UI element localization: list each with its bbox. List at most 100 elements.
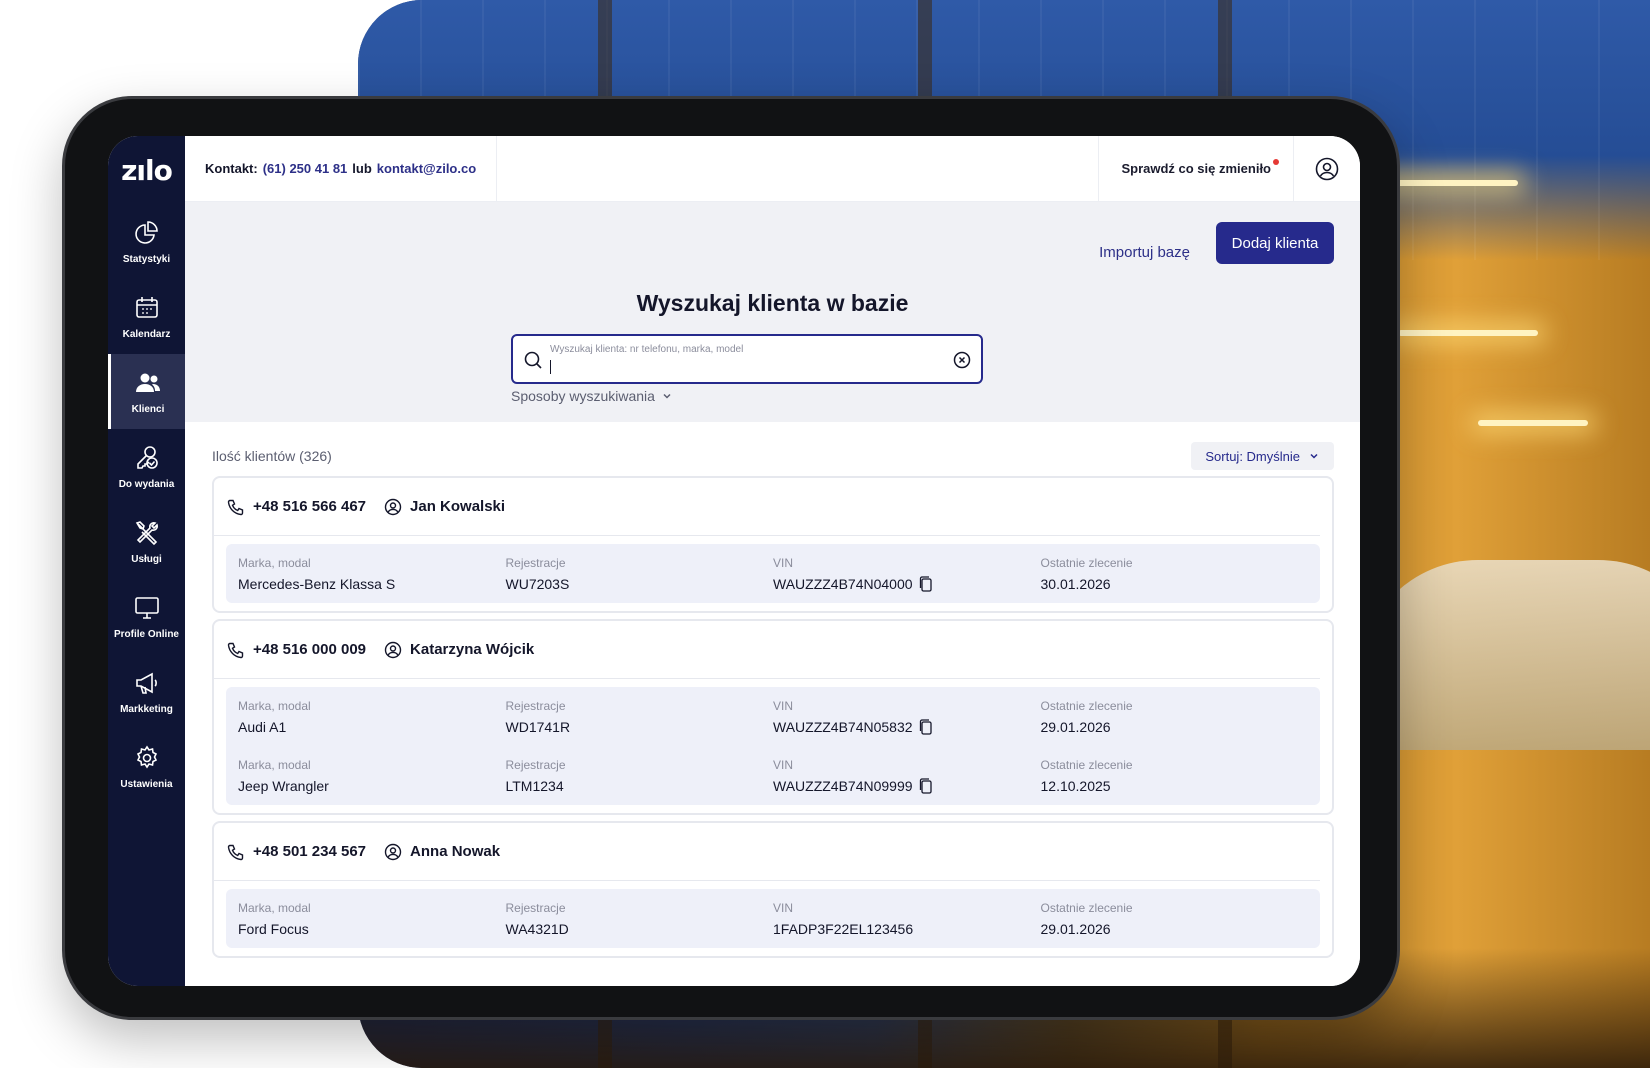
client-card[interactable]: +48 516 566 467 Jan Kowalski Marka, moda… (212, 476, 1334, 613)
text-caret (550, 360, 551, 374)
vehicle-row[interactable]: Marka, modal Jeep Wrangler Rejestracje LTM… (238, 746, 1308, 805)
sort-dropdown[interactable]: Sortuj: Dmyślnie (1191, 442, 1334, 470)
vehicle-list: Marka, modal Mercedes-Benz Klassa S Rejes… (226, 544, 1320, 603)
search-input[interactable]: Wyszukaj klienta: nr telefonu, marka, mo… (511, 334, 983, 384)
whats-new-link[interactable]: Sprawdź co się zmieniło (1098, 136, 1294, 201)
model-label: Marka, modal (238, 757, 311, 772)
model-value: Audi A1 (238, 718, 287, 735)
vin-value: WAUZZZ4B74N05832 (773, 718, 913, 735)
user-circle-icon (384, 641, 402, 658)
client-card[interactable]: +48 501 234 567 Anna Nowak Marka, modal F… (212, 821, 1334, 958)
vehicle-list: Marka, modal Ford Focus Rejestracje WA4321… (226, 889, 1320, 948)
client-card-header: +48 516 566 467 Jan Kowalski (214, 478, 1320, 536)
client-phone[interactable]: +48 516 566 467 (227, 498, 366, 516)
vin-label: VIN (773, 698, 794, 713)
copy-icon[interactable] (919, 777, 933, 794)
pie-chart-icon (134, 220, 158, 244)
client-card-header: +48 516 000 009 Katarzyna Wójcik (214, 621, 1320, 679)
last-order-label: Ostatnie zlecenie (1040, 900, 1133, 915)
registration-label: Rejestracje (505, 698, 566, 713)
sidebar-item-label: Do wydania (118, 478, 175, 490)
model-label: Marka, modal (238, 698, 311, 713)
sort-label: Sortuj: Dmyślnie (1205, 448, 1300, 464)
sidebar-item-markketing[interactable]: Markketing (108, 654, 185, 729)
import-base-link[interactable]: Importuj bazę (1099, 232, 1190, 272)
search-section: Importuj bazę Dodaj klienta Wyszukaj kli… (185, 202, 1360, 422)
whats-new-label: Sprawdź co się zmieniło (1121, 161, 1271, 176)
user-circle-icon (384, 843, 402, 860)
contact-phone-link[interactable]: (61) 250 41 81 (263, 161, 348, 176)
tablet-frame: zılo Statystyki Kalendarz Klienci Do wyd… (62, 96, 1400, 1020)
contact-email-link[interactable]: kontakt@zilo.co (377, 161, 476, 176)
last-order-value: 29.01.2026 (1040, 920, 1111, 937)
copy-icon[interactable] (919, 575, 933, 592)
app-screen: zılo Statystyki Kalendarz Klienci Do wyd… (108, 136, 1360, 986)
sidebar-item-kalendarz[interactable]: Kalendarz (108, 279, 185, 354)
registration-label: Rejestracje (505, 555, 566, 570)
client-card-header: +48 501 234 567 Anna Nowak (214, 823, 1320, 881)
user-circle-icon (1315, 157, 1339, 180)
logo[interactable]: zılo (108, 136, 185, 204)
client-card[interactable]: +48 516 000 009 Katarzyna Wójcik Marka, … (212, 619, 1334, 815)
topbar: Kontakt: (61) 250 41 81 lub kontakt@zilo… (185, 136, 1360, 202)
last-order-label: Ostatnie zlecenie (1040, 555, 1133, 570)
sidebar-item-profile-online[interactable]: Profile Online (108, 579, 185, 654)
phone-icon (227, 499, 244, 515)
last-order-label: Ostatnie zlecenie (1040, 698, 1133, 713)
vehicle-row[interactable]: Marka, modal Mercedes-Benz Klassa S Rejes… (238, 544, 1308, 603)
client-phone-value: +48 516 566 467 (253, 498, 367, 515)
chevron-down-icon (663, 393, 671, 399)
client-name-value: Anna Nowak (410, 843, 501, 860)
last-order-value: 30.01.2026 (1040, 575, 1111, 592)
client-name[interactable]: Anna Nowak (384, 843, 500, 861)
client-phone-value: +48 501 234 567 (253, 843, 367, 860)
vin-label: VIN (773, 900, 794, 915)
registration-value: WD1741R (505, 718, 571, 735)
vin-value: 1FADP3F22EL123456 (773, 920, 914, 937)
sidebar-item-uslugi[interactable]: Usługi (108, 504, 185, 579)
registration-value: LTM1234 (505, 777, 564, 794)
page-title: Wyszukaj klienta w bazie (636, 290, 909, 316)
search-icon (524, 351, 542, 369)
notification-dot (1273, 159, 1279, 165)
vehicle-list: Marka, modal Audi A1 Rejestracje WD1741R V… (226, 687, 1320, 805)
model-value: Ford Focus (238, 920, 309, 937)
vehicle-row[interactable]: Marka, modal Audi A1 Rejestracje WD1741R V… (238, 687, 1308, 746)
search-placeholder: Wyszukaj klienta: nr telefonu, marka, mo… (550, 344, 744, 355)
last-order-value: 29.01.2026 (1040, 718, 1111, 735)
sidebar-item-label: Statystyki (122, 253, 171, 265)
sidebar-item-klienci[interactable]: Klienci (108, 354, 185, 429)
tools-icon (135, 520, 158, 545)
sidebar: zılo Statystyki Kalendarz Klienci Do wyd… (108, 136, 185, 986)
client-name[interactable]: Katarzyna Wójcik (384, 641, 534, 659)
gear-icon (136, 745, 157, 768)
sidebar-item-label: Profile Online (113, 628, 179, 640)
calendar-icon (135, 296, 158, 318)
client-name-value: Katarzyna Wójcik (410, 641, 535, 658)
clear-icon[interactable] (952, 350, 972, 370)
sidebar-item-statystyki[interactable]: Statystyki (108, 204, 185, 279)
sidebar-item-label: Usługi (131, 553, 162, 565)
client-phone[interactable]: +48 501 234 567 (227, 843, 366, 861)
add-client-button[interactable]: Dodaj klienta (1216, 222, 1334, 264)
model-label: Marka, modal (238, 555, 311, 570)
last-order-label: Ostatnie zlecenie (1040, 757, 1133, 772)
vehicle-row[interactable]: Marka, modal Ford Focus Rejestracje WA4321… (238, 889, 1308, 948)
search-methods-dropdown[interactable]: Sposoby wyszukiwania (511, 388, 673, 404)
sidebar-item-do-wydania[interactable]: Do wydania (108, 429, 185, 504)
client-phone[interactable]: +48 516 000 009 (227, 641, 366, 659)
registration-value: WU7203S (505, 575, 570, 592)
user-menu-button[interactable] (1294, 136, 1360, 201)
vin-value: WAUZZZ4B74N09999 (773, 777, 913, 794)
client-name[interactable]: Jan Kowalski (384, 498, 505, 516)
vin-value: WAUZZZ4B74N04000 (773, 575, 913, 592)
registration-value: WA4321D (505, 920, 569, 937)
sidebar-item-ustawienia[interactable]: Ustawienia (108, 729, 185, 804)
search-methods-label: Sposoby wyszukiwania (511, 388, 655, 404)
model-label: Marka, modal (238, 900, 311, 915)
megaphone-icon (135, 672, 157, 694)
contact-info: Kontakt: (61) 250 41 81 lub kontakt@zilo… (185, 136, 498, 201)
user-circle-icon (384, 498, 402, 515)
copy-icon[interactable] (919, 718, 933, 735)
monitor-icon (134, 596, 159, 619)
